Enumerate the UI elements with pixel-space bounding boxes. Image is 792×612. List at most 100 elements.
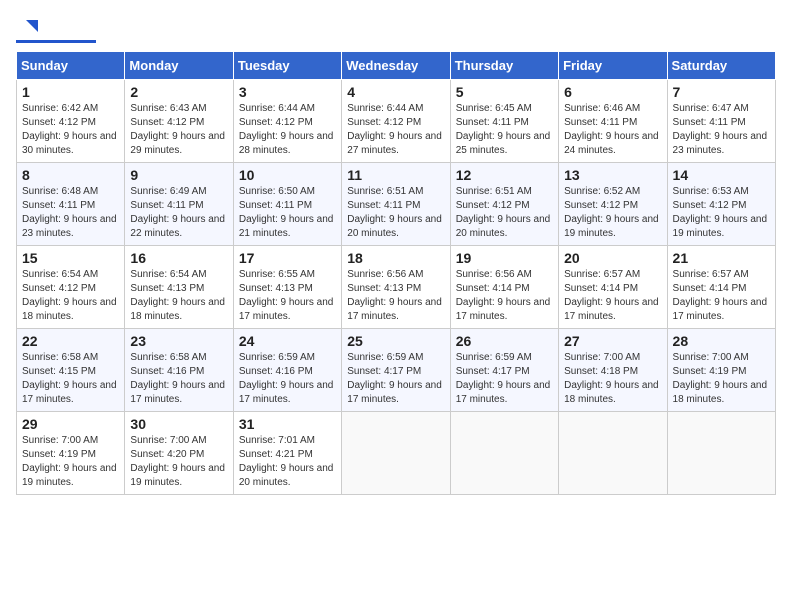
day-info: Sunrise: 6:50 AMSunset: 4:11 PMDaylight:… [239,185,336,241]
day-number: 17 [239,250,336,266]
day-info: Sunrise: 6:46 AMSunset: 4:11 PMDaylight:… [564,102,661,158]
calendar-cell: 14Sunrise: 6:53 AMSunset: 4:12 PMDayligh… [667,163,775,246]
day-number: 4 [347,84,444,100]
day-number: 14 [673,167,770,183]
calendar-cell: 17 Sunrise: 6:55 AMSunset: 4:13 PMDayligh… [233,246,341,329]
day-number: 3 [239,84,336,100]
day-info: Sunrise: 6:44 AMSunset: 4:12 PMDaylight:… [239,102,336,158]
calendar-cell: 8 Sunrise: 6:48 AMSunset: 4:11 PMDaylight… [17,163,125,246]
calendar-cell [559,412,667,495]
day-number: 1 [22,84,119,100]
day-info: Sunrise: 6:59 AMSunset: 4:17 PMDaylight:… [347,351,444,407]
day-number: 27 [564,333,661,349]
day-info: Sunrise: 6:59 AMSunset: 4:16 PMDaylight:… [239,351,336,407]
day-number: 6 [564,84,661,100]
calendar-cell: 26 Sunrise: 6:59 AMSunset: 4:17 PMDayligh… [450,329,558,412]
day-info: Sunrise: 6:47 AMSunset: 4:11 PMDaylight:… [673,102,770,158]
day-number: 11 [347,167,444,183]
calendar-cell: 21 Sunrise: 6:57 AMSunset: 4:14 PMDayligh… [667,246,775,329]
day-info: Sunrise: 6:59 AMSunset: 4:17 PMDaylight:… [456,351,553,407]
day-info: Sunrise: 6:58 AMSunset: 4:15 PMDaylight:… [22,351,119,407]
day-info: Sunrise: 6:48 AMSunset: 4:11 PMDaylight:… [22,185,119,241]
calendar-cell: 31Sunrise: 7:01 AMSunset: 4:21 PMDayligh… [233,412,341,495]
calendar-cell: 25 Sunrise: 6:59 AMSunset: 4:17 PMDayligh… [342,329,450,412]
day-number: 28 [673,333,770,349]
day-info: Sunrise: 6:57 AMSunset: 4:14 PMDaylight:… [564,268,661,324]
calendar-cell: 6 Sunrise: 6:46 AMSunset: 4:11 PMDaylight… [559,80,667,163]
day-info: Sunrise: 6:45 AMSunset: 4:11 PMDaylight:… [456,102,553,158]
calendar-cell: 12 Sunrise: 6:51 AMSunset: 4:12 PMDayligh… [450,163,558,246]
calendar-cell: 20 Sunrise: 6:57 AMSunset: 4:14 PMDayligh… [559,246,667,329]
day-info: Sunrise: 6:43 AMSunset: 4:12 PMDaylight:… [130,102,227,158]
day-number: 13 [564,167,661,183]
calendar-cell: 30Sunrise: 7:00 AMSunset: 4:20 PMDayligh… [125,412,233,495]
day-number: 5 [456,84,553,100]
calendar-cell: 19 Sunrise: 6:56 AMSunset: 4:14 PMDayligh… [450,246,558,329]
calendar-cell [667,412,775,495]
day-number: 12 [456,167,553,183]
calendar-cell: 3 Sunrise: 6:44 AMSunset: 4:12 PMDaylight… [233,80,341,163]
day-number: 18 [347,250,444,266]
calendar-week-row: 1 Sunrise: 6:42 AMSunset: 4:12 PMDaylight… [17,80,776,163]
day-header-thursday: Thursday [450,52,558,80]
calendar-cell: 9Sunrise: 6:49 AMSunset: 4:11 PMDaylight… [125,163,233,246]
calendar-cell: 10 Sunrise: 6:50 AMSunset: 4:11 PMDayligh… [233,163,341,246]
day-info: Sunrise: 7:00 AMSunset: 4:20 PMDaylight:… [130,434,227,490]
day-number: 26 [456,333,553,349]
logo-icon [18,16,40,38]
calendar-cell: 2 Sunrise: 6:43 AMSunset: 4:12 PMDaylight… [125,80,233,163]
day-info: Sunrise: 6:57 AMSunset: 4:14 PMDaylight:… [673,268,770,324]
calendar-cell: 23Sunrise: 6:58 AMSunset: 4:16 PMDayligh… [125,329,233,412]
calendar-cell: 29 Sunrise: 7:00 AMSunset: 4:19 PMDayligh… [17,412,125,495]
day-info: Sunrise: 6:51 AMSunset: 4:11 PMDaylight:… [347,185,444,241]
day-info: Sunrise: 6:56 AMSunset: 4:14 PMDaylight:… [456,268,553,324]
day-number: 2 [130,84,227,100]
calendar-header-row: SundayMondayTuesdayWednesdayThursdayFrid… [17,52,776,80]
day-number: 29 [22,416,119,432]
page-header [16,16,776,43]
day-info: Sunrise: 6:44 AMSunset: 4:12 PMDaylight:… [347,102,444,158]
calendar-cell: 18Sunrise: 6:56 AMSunset: 4:13 PMDayligh… [342,246,450,329]
day-header-wednesday: Wednesday [342,52,450,80]
day-info: Sunrise: 6:55 AMSunset: 4:13 PMDaylight:… [239,268,336,324]
day-number: 15 [22,250,119,266]
calendar-cell: 16 Sunrise: 6:54 AMSunset: 4:13 PMDayligh… [125,246,233,329]
day-number: 23 [130,333,227,349]
calendar-week-row: 29 Sunrise: 7:00 AMSunset: 4:19 PMDayligh… [17,412,776,495]
day-header-saturday: Saturday [667,52,775,80]
calendar-cell: 15Sunrise: 6:54 AMSunset: 4:12 PMDayligh… [17,246,125,329]
calendar-cell: 27 Sunrise: 7:00 AMSunset: 4:18 PMDayligh… [559,329,667,412]
day-number: 19 [456,250,553,266]
calendar-cell: 4 Sunrise: 6:44 AMSunset: 4:12 PMDaylight… [342,80,450,163]
day-number: 21 [673,250,770,266]
calendar-table: SundayMondayTuesdayWednesdayThursdayFrid… [16,51,776,495]
calendar-cell: 22Sunrise: 6:58 AMSunset: 4:15 PMDayligh… [17,329,125,412]
calendar-cell: 28 Sunrise: 7:00 AMSunset: 4:19 PMDayligh… [667,329,775,412]
calendar-week-row: 22Sunrise: 6:58 AMSunset: 4:15 PMDayligh… [17,329,776,412]
day-number: 24 [239,333,336,349]
day-number: 7 [673,84,770,100]
calendar-body: 1 Sunrise: 6:42 AMSunset: 4:12 PMDaylight… [17,80,776,495]
day-info: Sunrise: 6:42 AMSunset: 4:12 PMDaylight:… [22,102,119,158]
day-info: Sunrise: 7:00 AMSunset: 4:19 PMDaylight:… [22,434,119,490]
calendar-cell: 7 Sunrise: 6:47 AMSunset: 4:11 PMDaylight… [667,80,775,163]
day-number: 25 [347,333,444,349]
day-header-sunday: Sunday [17,52,125,80]
day-header-monday: Monday [125,52,233,80]
day-header-tuesday: Tuesday [233,52,341,80]
calendar-cell: 5 Sunrise: 6:45 AMSunset: 4:11 PMDaylight… [450,80,558,163]
day-number: 8 [22,167,119,183]
day-number: 16 [130,250,227,266]
day-info: Sunrise: 6:51 AMSunset: 4:12 PMDaylight:… [456,185,553,241]
logo-underline [16,40,96,43]
day-info: Sunrise: 6:54 AMSunset: 4:13 PMDaylight:… [130,268,227,324]
calendar-cell [450,412,558,495]
day-info: Sunrise: 7:00 AMSunset: 4:19 PMDaylight:… [673,351,770,407]
calendar-cell: 1 Sunrise: 6:42 AMSunset: 4:12 PMDaylight… [17,80,125,163]
day-number: 10 [239,167,336,183]
day-number: 20 [564,250,661,266]
day-number: 9 [130,167,227,183]
day-info: Sunrise: 7:00 AMSunset: 4:18 PMDaylight:… [564,351,661,407]
day-number: 31 [239,416,336,432]
logo [16,16,96,43]
